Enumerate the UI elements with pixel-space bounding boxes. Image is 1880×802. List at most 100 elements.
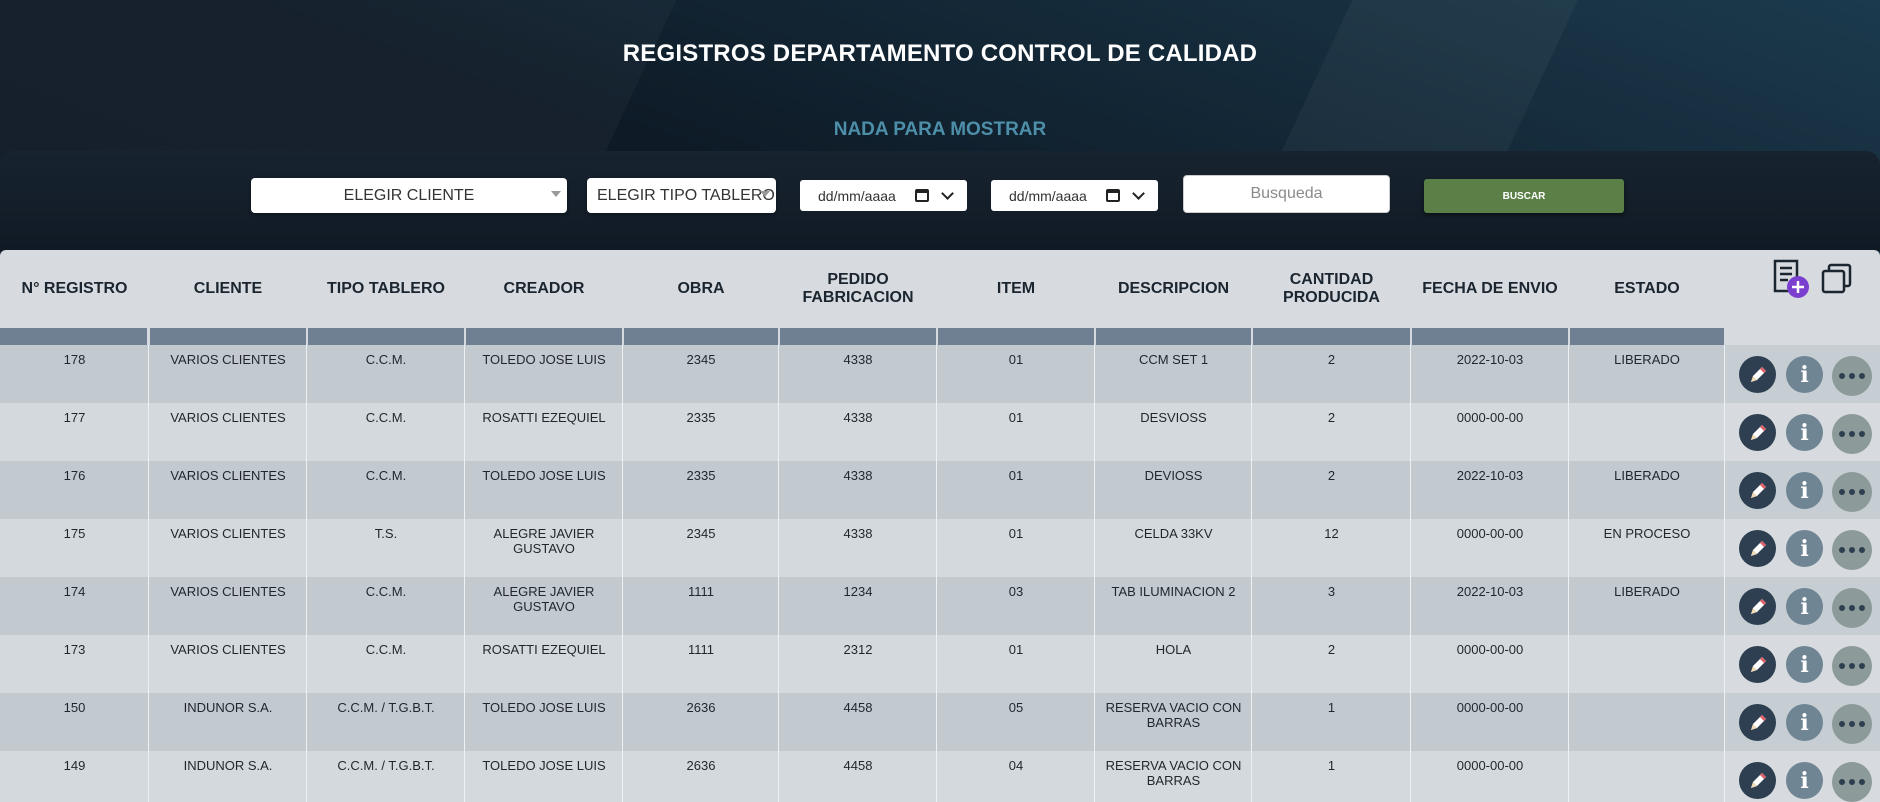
- table-cell-pedido: 4338: [843, 468, 873, 483]
- column-filter-strip: [1412, 328, 1568, 345]
- table-cell-cantidad: 1: [1327, 758, 1336, 773]
- more-options-icon: [1839, 547, 1865, 553]
- column-divider: [464, 345, 465, 802]
- table-cell-tipo: C.C.M.: [365, 468, 407, 483]
- more-options-button[interactable]: [1832, 762, 1872, 802]
- edit-button[interactable]: [1739, 414, 1776, 451]
- table-cell-estado: [1569, 635, 1725, 693]
- column-divider: [1410, 345, 1411, 802]
- tipo-tablero-select[interactable]: ELEGIR TIPO TABLERO: [587, 178, 776, 213]
- date-to-input[interactable]: dd/mm/aaaa: [991, 180, 1158, 211]
- more-options-button[interactable]: [1832, 356, 1872, 396]
- more-options-icon: [1839, 605, 1865, 611]
- info-icon: i: [1800, 593, 1809, 620]
- edit-button[interactable]: [1739, 704, 1776, 741]
- edit-button[interactable]: [1739, 356, 1776, 393]
- table-cell-cliente: VARIOS CLIENTES: [170, 410, 286, 425]
- table-cell-creador: ROSATTI EZEQUIEL: [482, 410, 606, 425]
- table-cell-tipo: C.C.M.: [365, 410, 407, 425]
- table-cell-cliente: VARIOS CLIENTES: [170, 642, 286, 657]
- column-filter-strip: [150, 328, 306, 345]
- table-cell-cantidad: 2: [1327, 410, 1336, 425]
- pencil-icon: [1750, 772, 1766, 788]
- page-title: REGISTROS DEPARTAMENTO CONTROL DE CALIDA…: [622, 40, 1258, 67]
- info-icon: i: [1800, 767, 1809, 794]
- more-options-icon: [1839, 489, 1865, 495]
- column-filter-strip: [1253, 328, 1410, 345]
- table-cell-cantidad: 2: [1327, 352, 1336, 367]
- table-cell-pedido: 4338: [843, 526, 873, 541]
- table-cell-cliente: VARIOS CLIENTES: [170, 584, 286, 599]
- table-cell-item: 05: [1008, 700, 1024, 715]
- more-options-icon: [1839, 663, 1865, 669]
- edit-button[interactable]: [1739, 646, 1776, 683]
- info-button[interactable]: i: [1786, 762, 1823, 799]
- table-cell-cliente: VARIOS CLIENTES: [170, 468, 286, 483]
- pencil-icon: [1750, 656, 1766, 672]
- column-divider: [306, 345, 307, 802]
- chevron-down-icon: [760, 191, 770, 197]
- table-cell-registro: 176: [63, 468, 86, 483]
- more-options-button[interactable]: [1832, 646, 1872, 686]
- table-cell-descripcion: DEVIOSS: [1144, 468, 1203, 483]
- info-button[interactable]: i: [1786, 414, 1823, 451]
- calendar-icon[interactable]: [1106, 189, 1120, 202]
- column-divider: [1094, 345, 1095, 802]
- more-options-button[interactable]: [1832, 588, 1872, 628]
- info-button[interactable]: i: [1786, 530, 1823, 567]
- info-button[interactable]: i: [1786, 646, 1823, 683]
- search-button[interactable]: BUSCAR: [1424, 179, 1624, 213]
- pencil-icon: [1750, 366, 1766, 382]
- column-divider: [148, 345, 149, 802]
- info-button[interactable]: i: [1786, 588, 1823, 625]
- table-cell-obra: 2335: [686, 468, 716, 483]
- table-cell-pedido: 4338: [843, 410, 873, 425]
- table-cell-fecha: 0000-00-00: [1456, 642, 1524, 657]
- info-button[interactable]: i: [1786, 356, 1823, 393]
- column-filter-strip: [780, 328, 936, 345]
- table-cell-fecha: 0000-00-00: [1456, 526, 1524, 541]
- copy-button[interactable]: [1820, 262, 1854, 296]
- table-cell-obra: 2345: [686, 352, 716, 367]
- edit-button[interactable]: [1739, 588, 1776, 625]
- table-cell-estado: [1569, 693, 1725, 751]
- more-options-button[interactable]: [1832, 704, 1872, 744]
- date-from-input[interactable]: dd/mm/aaaa: [800, 180, 967, 211]
- pencil-icon: [1750, 714, 1766, 730]
- table-cell-pedido: 4458: [843, 700, 873, 715]
- edit-button[interactable]: [1739, 530, 1776, 567]
- info-button[interactable]: i: [1786, 472, 1823, 509]
- info-icon: i: [1800, 361, 1809, 388]
- column-header-descripcion: DESCRIPCION: [1117, 280, 1230, 297]
- table-cell-fecha: 2022-10-03: [1456, 352, 1524, 367]
- table-cell-creador: TOLEDO JOSE LUIS: [482, 758, 606, 773]
- table-cell-registro: 174: [63, 584, 86, 599]
- cliente-select[interactable]: ELEGIR CLIENTE: [251, 178, 567, 213]
- table-cell-obra: 2335: [686, 410, 716, 425]
- info-button[interactable]: i: [1786, 704, 1823, 741]
- edit-button[interactable]: [1739, 762, 1776, 799]
- table-cell-registro: 149: [63, 758, 86, 773]
- column-filter-strip: [938, 328, 1094, 345]
- calendar-icon[interactable]: [915, 189, 929, 202]
- info-icon: i: [1800, 535, 1809, 562]
- column-divider: [1251, 345, 1252, 802]
- table-cell-registro: 173: [63, 642, 86, 657]
- search-input[interactable]: [1183, 175, 1390, 213]
- more-options-button[interactable]: [1832, 472, 1872, 512]
- column-filter-strip: [308, 328, 464, 345]
- more-options-button[interactable]: [1832, 530, 1872, 570]
- edit-button[interactable]: [1739, 472, 1776, 509]
- column-header-estado: ESTADO: [1614, 280, 1680, 297]
- column-header-fecha: FECHA DE ENVIO: [1422, 280, 1558, 297]
- table-cell-fecha: 2022-10-03: [1456, 468, 1524, 483]
- chevron-down-icon[interactable]: [941, 187, 954, 200]
- column-filter-strip: [1570, 328, 1724, 345]
- table-cell-fecha: 0000-00-00: [1456, 758, 1524, 773]
- column-filter-strip: [624, 328, 778, 345]
- table-cell-obra: 1111: [687, 584, 715, 599]
- add-record-button[interactable]: [1772, 259, 1812, 301]
- more-options-button[interactable]: [1832, 414, 1872, 454]
- chevron-down-icon[interactable]: [1132, 187, 1145, 200]
- table-cell-descripcion: DESVIOSS: [1140, 410, 1207, 425]
